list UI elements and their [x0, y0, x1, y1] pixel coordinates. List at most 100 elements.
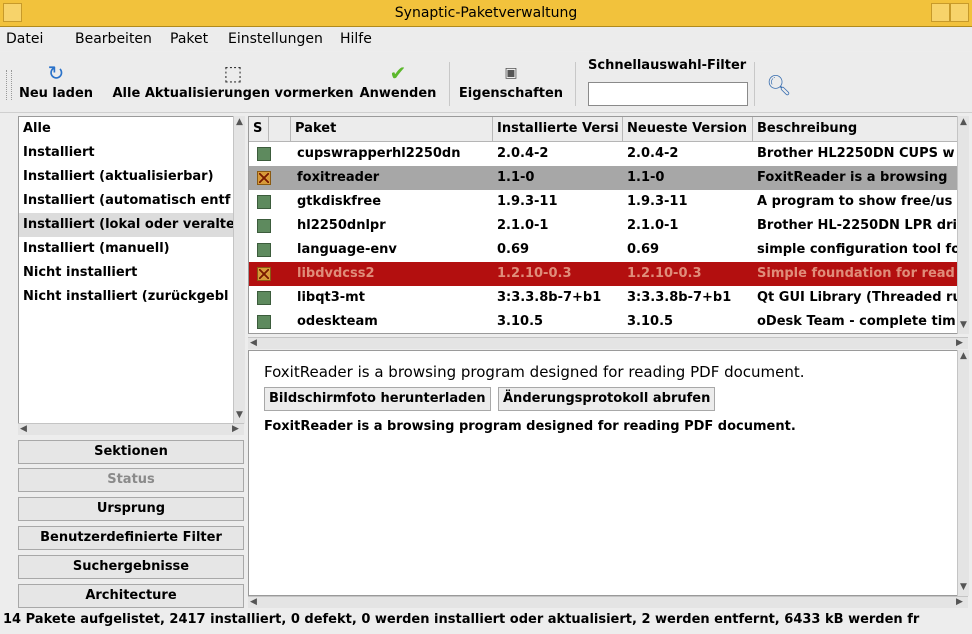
toolbar-separator	[449, 62, 450, 106]
latest-version-cell: 2.0.4-2	[627, 146, 679, 161]
architecture-button[interactable]: Architecture	[18, 584, 244, 608]
installed-status-icon[interactable]	[257, 219, 271, 233]
table-row[interactable]: libdvdcss2 1.2.10-0.3 1.2.10-0.3 Simple fou…	[249, 262, 957, 286]
apply-button[interactable]: ✔ Anwenden	[356, 60, 440, 110]
table-header: S Paket Installierte Versi Neueste Versi…	[249, 117, 957, 142]
reload-icon: ↻	[47, 61, 65, 85]
filter-list: Alle Installiert Installiert (aktualisierb…	[18, 116, 234, 424]
filter-item[interactable]: Installiert	[19, 141, 233, 165]
menu-einstellungen[interactable]: Einstellungen	[228, 31, 323, 47]
latest-version-cell: 2.1.0-1	[627, 218, 679, 233]
package-name-cell: cupswrapperhl2250dn	[297, 146, 461, 161]
filter-item[interactable]: Nicht installiert (zurückgebl	[19, 285, 233, 309]
marked-for-removal-icon[interactable]	[257, 267, 271, 281]
package-name-cell: gtkdiskfree	[297, 194, 382, 209]
latest-version-cell: 1.2.10-0.3	[627, 266, 702, 281]
filter-item[interactable]: Installiert (aktualisierbar)	[19, 165, 233, 189]
get-changelog-button[interactable]: Änderungsprotokoll abrufen	[498, 387, 716, 411]
installed-status-icon[interactable]	[257, 291, 271, 305]
table-row[interactable]: libqt3-mt 3:3.3.8b-7+b1 3:3.3.8b-7+b1 Qt GU…	[249, 286, 957, 310]
menu-bearbeiten[interactable]: Bearbeiten	[75, 31, 152, 47]
package-name-cell: libqt3-mt	[297, 290, 365, 305]
reload-button[interactable]: ↻ Neu laden	[2, 60, 110, 110]
description-cell: Simple foundation for read	[757, 266, 955, 281]
filter-item[interactable]: Installiert (automatisch entf	[19, 189, 233, 213]
installed-status-icon[interactable]	[257, 195, 271, 209]
description-cell: simple configuration tool fo	[757, 242, 957, 257]
latest-version-cell: 1.1-0	[627, 170, 665, 185]
installed-version-cell: 3:3.3.8b-7+b1	[497, 290, 602, 305]
properties-button[interactable]: ▣ Eigenschaften	[456, 60, 566, 110]
search-button[interactable]: 🔍︎	[762, 72, 796, 122]
column-header-status[interactable]: S	[249, 117, 269, 141]
description-hscrollbar[interactable]: ◀ ▶	[248, 596, 968, 608]
search-results-button[interactable]: Suchergebnisse	[18, 555, 244, 579]
toolbar-separator	[575, 62, 576, 106]
menu-datei[interactable]: Datei	[6, 31, 43, 47]
quick-filter-label: Schnellauswahl-Filter	[588, 58, 747, 73]
mark-all-upgrades-button[interactable]: ⬚ Alle Aktualisierungen vormerken	[112, 60, 354, 110]
quick-filter-input[interactable]	[588, 82, 748, 106]
package-name-cell: libdvdcss2	[297, 266, 375, 281]
description-cell: oDesk Team - complete tim	[757, 314, 956, 329]
description-cell: Brother HL2250DN CUPS w	[757, 146, 955, 161]
download-screenshot-button[interactable]: Bildschirmfoto herunterladen	[264, 387, 491, 411]
table-row[interactable]: cupswrapperhl2250dn 2.0.4-2 2.0.4-2 Brother…	[249, 142, 957, 166]
description-body: FoxitReader is a browsing program design…	[264, 419, 796, 434]
filter-list-vscrollbar[interactable]: ▲ ▼	[233, 116, 245, 424]
table-vscrollbar[interactable]: ▲ ▼	[957, 116, 969, 334]
package-table: S Paket Installierte Versi Neueste Versi…	[248, 116, 958, 334]
sections-button[interactable]: Sektionen	[18, 440, 244, 464]
description-panel: FoxitReader is a browsing program design…	[248, 350, 958, 596]
custom-filters-button[interactable]: Benutzerdefinierte Filter	[18, 526, 244, 550]
maximize-button[interactable]	[950, 3, 969, 22]
column-header-support[interactable]	[269, 117, 291, 141]
installed-version-cell: 2.1.0-1	[497, 218, 549, 233]
installed-version-cell: 3.10.5	[497, 314, 544, 329]
checkmark-icon: ✔	[389, 61, 407, 85]
filter-item[interactable]: Nicht installiert	[19, 261, 233, 285]
description-cell: Brother HL-2250DN LPR dri	[757, 218, 957, 233]
installed-status-icon[interactable]	[257, 147, 271, 161]
column-header-latest-version[interactable]: Neueste Version	[623, 117, 753, 141]
menu-bar: Datei Bearbeiten Paket Einstellungen Hil…	[0, 27, 972, 51]
installed-status-icon[interactable]	[257, 243, 271, 257]
description-cell: Qt GUI Library (Threaded ru	[757, 290, 957, 305]
description-cell: A program to show free/us	[757, 194, 953, 209]
status-button[interactable]: Status	[18, 468, 244, 492]
properties-icon: ▣	[504, 65, 518, 81]
filter-item[interactable]: Alle	[19, 117, 233, 141]
table-row[interactable]: language-env 0.69 0.69 simple configuration…	[249, 238, 957, 262]
installed-status-icon[interactable]	[257, 315, 271, 329]
minimize-button[interactable]	[931, 3, 950, 22]
package-name-cell: foxitreader	[297, 170, 380, 185]
filter-list-hscrollbar[interactable]: ◀ ▶	[18, 423, 244, 435]
table-row[interactable]: gtkdiskfree 1.9.3-11 1.9.3-11 A program to …	[249, 190, 957, 214]
installed-version-cell: 1.2.10-0.3	[497, 266, 572, 281]
table-row[interactable]: foxitreader 1.1-0 1.1-0 FoxitReader is a br…	[249, 166, 957, 190]
column-header-installed-version[interactable]: Installierte Versi	[493, 117, 623, 141]
latest-version-cell: 1.9.3-11	[627, 194, 688, 209]
origin-button[interactable]: Ursprung	[18, 497, 244, 521]
installed-version-cell: 1.9.3-11	[497, 194, 558, 209]
table-hscrollbar[interactable]: ◀ ▶	[248, 337, 968, 349]
package-name-cell: language-env	[297, 242, 397, 257]
filter-item[interactable]: Installiert (manuell)	[19, 237, 233, 261]
table-row[interactable]: odeskteam 3.10.5 3.10.5 oDesk Team - comple…	[249, 310, 957, 333]
toolbar-separator	[754, 62, 755, 106]
package-name-cell: hl2250dnlpr	[297, 218, 386, 233]
column-header-description[interactable]: Beschreibung	[753, 117, 957, 141]
table-row[interactable]: hl2250dnlpr 2.1.0-1 2.1.0-1 Brother HL-2250…	[249, 214, 957, 238]
upgrade-icon: ⬚	[223, 61, 243, 85]
filter-item[interactable]: Installiert (lokal oder veralte	[19, 213, 233, 237]
search-icon: 🔍︎	[766, 73, 792, 97]
toolbar: ↻ Neu laden ⬚ Alle Aktualisierungen vorm…	[0, 52, 972, 113]
installed-version-cell: 0.69	[497, 242, 530, 257]
menu-hilfe[interactable]: Hilfe	[340, 31, 372, 47]
column-header-package[interactable]: Paket	[291, 117, 493, 141]
description-vscrollbar[interactable]: ▲ ▼	[957, 350, 969, 596]
menu-paket[interactable]: Paket	[170, 31, 208, 47]
marked-for-removal-icon[interactable]	[257, 171, 271, 185]
latest-version-cell: 3:3.3.8b-7+b1	[627, 290, 732, 305]
description-cell: FoxitReader is a browsing	[757, 170, 948, 185]
